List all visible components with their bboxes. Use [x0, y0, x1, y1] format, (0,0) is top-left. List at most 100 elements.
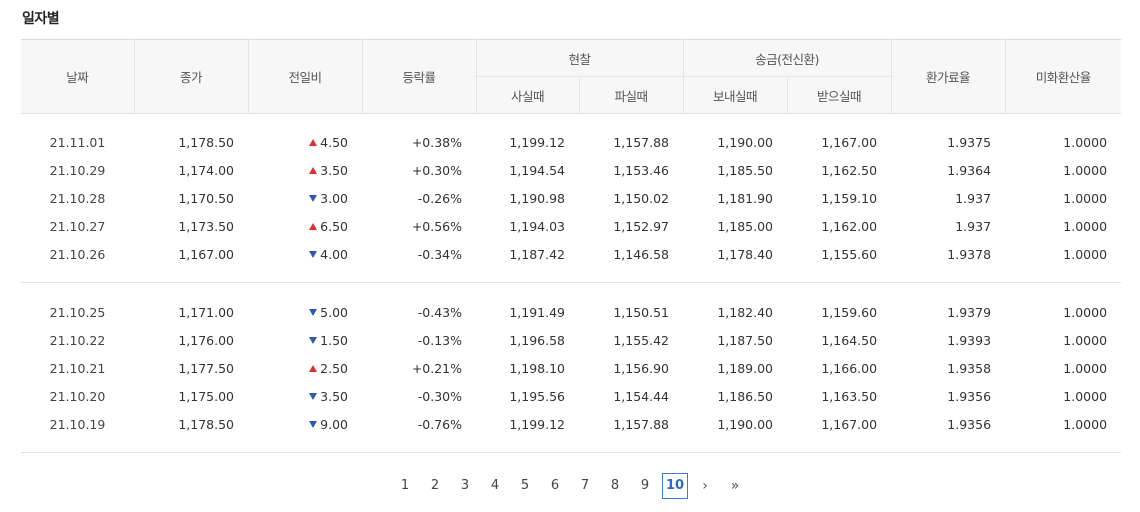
- table-row: 21.10.20 1,175.00 3.50 -0.30% 1,195.56 1,154.…: [21, 382, 1121, 410]
- cell-transfer-receive: 1,167.00: [821, 416, 878, 432]
- cell-close: 1,173.50: [178, 218, 234, 234]
- cell-date: 21.10.28: [49, 190, 106, 206]
- cell-change: 6.50: [248, 212, 362, 240]
- cell-cash-buy: 1,194.03: [509, 218, 565, 234]
- cell-exchange-rate: 1.9364: [947, 162, 992, 178]
- row-spacer: [21, 438, 1122, 453]
- table-row: 21.10.26 1,167.00 4.00 -0.34% 1,187.42 1,146.…: [21, 240, 1121, 268]
- cell-transfer-receive: 1,159.10: [821, 190, 878, 206]
- cell-close: 1,178.50: [178, 134, 234, 150]
- cell-close: 1,167.00: [178, 246, 234, 262]
- triangle-down-icon: [309, 250, 318, 258]
- cell-date: 21.10.25: [49, 304, 106, 320]
- header-cash-buy: 사실때: [476, 76, 580, 114]
- cell-cash-sell: 1,146.58: [613, 246, 670, 262]
- cell-transfer-send: 1,182.40: [717, 304, 774, 320]
- cell-date: 21.10.29: [49, 162, 106, 178]
- table-row: 21.11.01 1,178.50 4.50 +0.38% 1,199.12 1,157.…: [21, 128, 1121, 156]
- cell-change: 3.50: [248, 156, 362, 184]
- cell-cash-buy: 1,194.54: [509, 162, 565, 178]
- cell-change: 2.50: [248, 354, 362, 382]
- cell-transfer-receive: 1,155.60: [821, 246, 878, 262]
- cell-close: 1,176.00: [178, 332, 234, 348]
- header-close: 종가: [134, 39, 249, 114]
- cell-exchange-rate: 1.9356: [947, 388, 992, 404]
- page-link-current[interactable]: 10: [662, 473, 688, 499]
- triangle-down-icon: [309, 308, 318, 316]
- cell-transfer-send: 1,185.50: [717, 162, 774, 178]
- page-link[interactable]: 9: [632, 473, 658, 499]
- cell-transfer-receive: 1,162.00: [821, 218, 878, 234]
- triangle-up-icon: [309, 222, 318, 230]
- cell-transfer-send: 1,178.40: [717, 246, 774, 262]
- table-row: 21.10.28 1,170.50 3.00 -0.26% 1,190.98 1,150.…: [21, 184, 1121, 212]
- cell-change: 5.00: [248, 298, 362, 326]
- triangle-up-icon: [309, 138, 318, 146]
- row-spacer: [21, 283, 1121, 299]
- cell-change-rate: +0.38%: [411, 134, 462, 150]
- cell-exchange-rate: 1.937: [955, 218, 992, 234]
- table-row: 21.10.25 1,171.00 5.00 -0.43% 1,191.49 1,150.…: [21, 298, 1121, 326]
- page-link[interactable]: 1: [392, 473, 418, 499]
- cell-cash-buy: 1,198.10: [509, 360, 565, 376]
- page-link[interactable]: 8: [602, 473, 628, 499]
- cell-transfer-send: 1,190.00: [717, 134, 774, 150]
- cell-cash-buy: 1,195.56: [509, 388, 565, 404]
- cell-cash-sell: 1,157.88: [613, 134, 670, 150]
- cell-usd-rate: 1.0000: [1063, 304, 1108, 320]
- cell-change-rate: -0.13%: [417, 332, 462, 348]
- header-transfer-group: 송금(전신환): [683, 39, 892, 77]
- cell-transfer-send: 1,189.00: [717, 360, 774, 376]
- cell-exchange-rate: 1.9356: [947, 416, 992, 432]
- change-value: 9.00: [320, 416, 348, 432]
- page-link[interactable]: 2: [422, 473, 448, 499]
- exchange-rate-table: 날짜 종가 전일비 등락률 현찰 송금(전신환) 환가료율 미화환산율 사실때 …: [21, 39, 1122, 453]
- cell-usd-rate: 1.0000: [1063, 190, 1108, 206]
- cell-transfer-receive: 1,164.50: [821, 332, 878, 348]
- cell-transfer-send: 1,186.50: [717, 388, 774, 404]
- cell-cash-sell: 1,150.51: [613, 304, 670, 320]
- cell-usd-rate: 1.0000: [1063, 416, 1108, 432]
- page-link[interactable]: 4: [482, 473, 508, 499]
- page-link[interactable]: 7: [572, 473, 598, 499]
- cell-cash-sell: 1,154.44: [613, 388, 670, 404]
- cell-date: 21.10.26: [49, 246, 106, 262]
- change-value: 5.00: [320, 304, 348, 320]
- cell-usd-rate: 1.0000: [1063, 388, 1108, 404]
- cell-date: 21.11.01: [49, 134, 106, 150]
- triangle-down-icon: [309, 392, 318, 400]
- double-chevron-right-icon[interactable]: »: [722, 473, 748, 499]
- cell-transfer-receive: 1,163.50: [821, 388, 878, 404]
- page-link[interactable]: 5: [512, 473, 538, 499]
- triangle-up-icon: [309, 364, 318, 372]
- row-spacer: [21, 268, 1122, 283]
- cell-cash-buy: 1,196.58: [509, 332, 565, 348]
- table-row: 21.10.21 1,177.50 2.50 +0.21% 1,198.10 1,156.…: [21, 354, 1121, 382]
- cell-cash-buy: 1,191.49: [509, 304, 565, 320]
- cell-close: 1,178.50: [178, 416, 234, 432]
- cell-change-rate: -0.34%: [417, 246, 462, 262]
- cell-cash-sell: 1,153.46: [613, 162, 670, 178]
- triangle-down-icon: [309, 336, 318, 344]
- table-row: 21.10.19 1,178.50 9.00 -0.76% 1,199.12 1,157.…: [21, 410, 1121, 438]
- cell-close: 1,175.00: [178, 388, 234, 404]
- page-link[interactable]: 6: [542, 473, 568, 499]
- cell-transfer-receive: 1,166.00: [821, 360, 878, 376]
- page-link[interactable]: 3: [452, 473, 478, 499]
- cell-exchange-rate: 1.9358: [947, 360, 992, 376]
- table-body: 21.11.01 1,178.50 4.50 +0.38% 1,199.12 1,157.…: [21, 114, 1122, 453]
- table-row: 21.10.27 1,173.50 6.50 +0.56% 1,194.03 1,152.…: [21, 212, 1121, 240]
- cell-usd-rate: 1.0000: [1063, 134, 1108, 150]
- chevron-right-icon[interactable]: ›: [692, 473, 718, 499]
- cell-date: 21.10.27: [49, 218, 106, 234]
- cell-change-rate: +0.21%: [411, 360, 462, 376]
- cell-cash-buy: 1,190.98: [509, 190, 565, 206]
- header-change: 전일비: [248, 39, 363, 114]
- cell-close: 1,174.00: [178, 162, 234, 178]
- cell-change: 4.50: [248, 128, 362, 156]
- cell-transfer-receive: 1,167.00: [821, 134, 878, 150]
- cell-change: 4.00: [248, 240, 362, 268]
- cell-cash-buy: 1,187.42: [509, 246, 565, 262]
- cell-change: 1.50: [248, 326, 362, 354]
- header-exchange-rate: 환가료율: [891, 39, 1006, 114]
